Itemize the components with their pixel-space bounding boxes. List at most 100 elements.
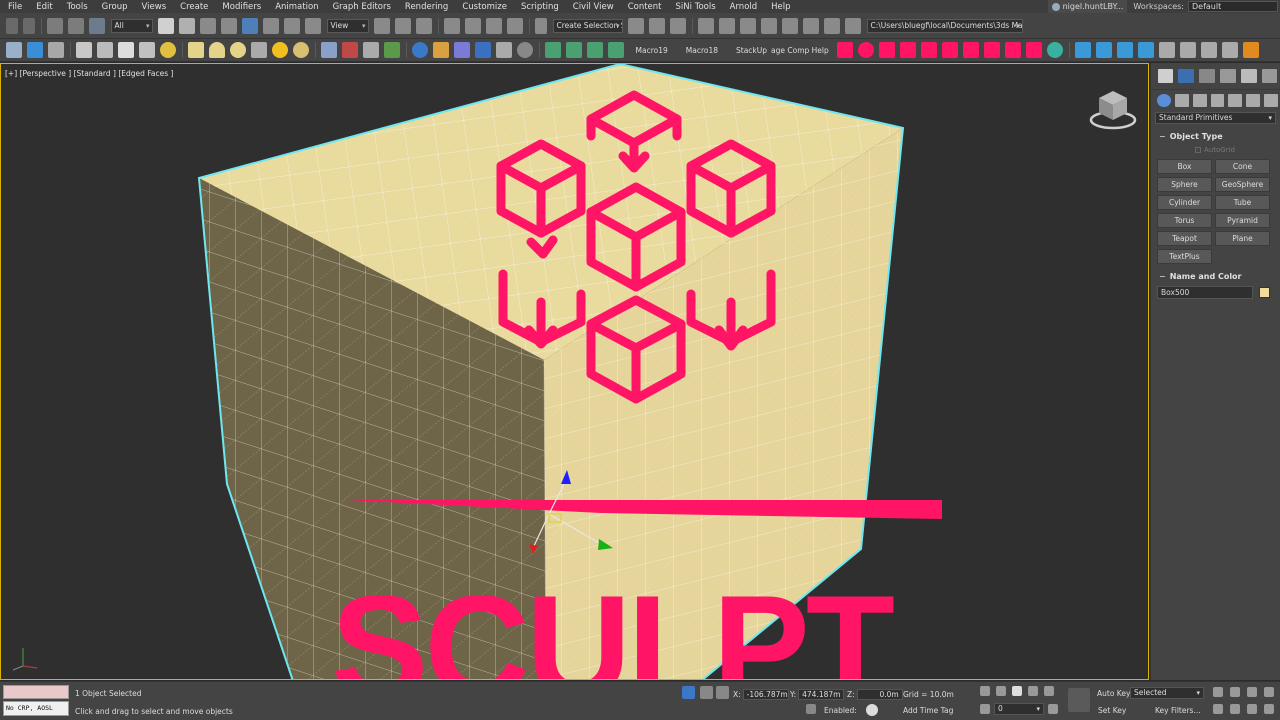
primitive-category-dropdown[interactable]: Standard Primitives [1155, 112, 1276, 124]
script-icon[interactable] [545, 42, 561, 58]
tool-icon[interactable] [1075, 42, 1092, 58]
object-color-swatch[interactable] [1259, 287, 1270, 298]
viewport-label-menu[interactable]: [+] [Perspective ] [Standard ] [Edged Fa… [5, 69, 173, 78]
menu-customize[interactable]: Customize [455, 2, 514, 12]
auto-key-button[interactable]: Auto Key [1097, 689, 1130, 698]
previous-frame-icon[interactable] [996, 686, 1006, 696]
geometry-icon[interactable] [1157, 93, 1171, 107]
select-and-move-icon[interactable] [242, 17, 258, 34]
cameras-icon[interactable] [1210, 93, 1225, 107]
plane-button[interactable]: Plane [1215, 231, 1270, 246]
keyboard-shortcut-override-icon[interactable] [416, 17, 432, 34]
key-filters-button[interactable]: Key Filters... [1155, 706, 1201, 715]
y-value-field[interactable]: 474.187m [798, 688, 845, 700]
teapot-icon[interactable] [363, 42, 379, 58]
light-icon[interactable] [139, 42, 155, 58]
align-icon[interactable] [649, 17, 665, 34]
select-and-place-icon[interactable] [305, 17, 321, 34]
rendered-frame-window-icon[interactable] [803, 17, 819, 34]
spinner-snap-icon[interactable] [507, 17, 523, 34]
utilities-tab-icon[interactable] [1261, 69, 1278, 83]
shapes-icon[interactable] [1174, 93, 1189, 107]
adaptive-degradation-toggle[interactable] [866, 704, 878, 716]
macro-button[interactable]: StackUp [736, 46, 767, 55]
tool-icon[interactable] [1096, 42, 1113, 58]
space-warps-icon[interactable] [1246, 93, 1261, 107]
menu-sini-tools[interactable]: SiNi Tools [669, 2, 723, 12]
light-icon[interactable] [97, 42, 113, 58]
pink-tool-icon[interactable] [879, 42, 896, 58]
undo-icon[interactable] [6, 17, 18, 34]
select-and-rotate-icon[interactable] [263, 17, 279, 34]
macro-button[interactable]: age Comp Help [771, 46, 829, 55]
menu-help[interactable]: Help [764, 2, 797, 12]
box-button[interactable]: Box [1157, 159, 1212, 174]
pink-tool-icon[interactable] [942, 42, 959, 58]
globe-icon[interactable] [412, 42, 428, 58]
torus-button[interactable]: Torus [1157, 213, 1212, 228]
display-tab-icon[interactable] [1240, 69, 1257, 83]
tool-icon[interactable] [1159, 42, 1176, 58]
grid-icon[interactable] [321, 42, 337, 58]
menu-group[interactable]: Group [95, 2, 135, 12]
pivot-center-icon[interactable] [374, 17, 390, 34]
dome-primitive-icon[interactable] [209, 42, 225, 58]
autogrid-checkbox[interactable]: AutoGrid [1195, 143, 1280, 157]
box-primitive-icon[interactable] [188, 42, 204, 58]
render-setup-icon[interactable] [782, 17, 798, 34]
key-selection-dropdown[interactable]: Selected [1130, 687, 1204, 699]
script-icon[interactable] [566, 42, 582, 58]
time-tag-icon[interactable] [806, 704, 816, 714]
set-key-button[interactable]: Set Key [1098, 706, 1126, 715]
menu-edit[interactable]: Edit [29, 2, 59, 12]
name-and-color-header[interactable]: Name and Color [1151, 268, 1280, 283]
object-type-header[interactable]: Object Type [1151, 128, 1280, 143]
particle-icon[interactable] [342, 42, 358, 58]
pink-tool-icon[interactable] [1026, 42, 1043, 58]
edit-named-selection-icon[interactable] [535, 17, 547, 34]
pink-tool-icon[interactable] [858, 42, 875, 58]
pyramid-button[interactable]: Pyramid [1215, 213, 1270, 228]
render-in-cloud-icon[interactable] [845, 17, 861, 34]
macro-button[interactable]: Macro18 [686, 46, 718, 55]
key-mode-icon[interactable] [980, 704, 990, 714]
lights-icon[interactable] [1192, 93, 1207, 107]
toggle-scene-explorer-icon[interactable] [670, 17, 686, 34]
help-icon[interactable] [517, 42, 533, 58]
selection-lock-icon[interactable] [700, 686, 713, 699]
go-to-end-icon[interactable] [1044, 686, 1054, 696]
isolate-selection-icon[interactable] [682, 686, 695, 699]
viewcube[interactable] [1087, 86, 1139, 132]
toolbar-script-icon[interactable] [6, 42, 22, 58]
time-configuration-icon[interactable] [1048, 704, 1058, 714]
forest-pack-icon[interactable] [1243, 42, 1260, 58]
zoom-extents-icon[interactable] [1247, 687, 1257, 697]
project-folder-dropdown[interactable]: C:\Users\bluegf\local\Documents\3ds Max … [866, 18, 1023, 33]
next-frame-icon[interactable] [1028, 686, 1038, 696]
pink-tool-icon[interactable] [1005, 42, 1022, 58]
maximize-viewport-icon[interactable] [1264, 704, 1274, 714]
add-time-tag-button[interactable]: Add Time Tag [903, 706, 953, 715]
tool-icon[interactable] [1117, 42, 1134, 58]
menu-views[interactable]: Views [135, 2, 174, 12]
tool-icon[interactable] [1222, 42, 1239, 58]
script-icon[interactable] [608, 42, 624, 58]
z-value-field[interactable]: 0.0m [856, 688, 903, 700]
pan-view-icon[interactable] [1230, 704, 1240, 714]
toolbar-script-icon[interactable] [48, 42, 64, 58]
teapot-button[interactable]: Teapot [1157, 231, 1212, 246]
menu-file[interactable]: File [0, 2, 29, 12]
pink-tool-icon[interactable] [963, 42, 980, 58]
x-value-field[interactable]: -106.787m [742, 688, 789, 700]
pink-tool-icon[interactable] [837, 42, 854, 58]
mirror-icon[interactable] [628, 17, 644, 34]
tool-icon[interactable] [454, 42, 470, 58]
cone-button[interactable]: Cone [1215, 159, 1270, 174]
tool-icon[interactable] [1138, 42, 1155, 58]
star-icon[interactable] [272, 42, 288, 58]
redo-icon[interactable] [23, 17, 35, 34]
tool-icon[interactable] [496, 42, 512, 58]
textplus-button[interactable]: TextPlus [1157, 249, 1212, 264]
schematic-view-icon[interactable] [740, 17, 756, 34]
percent-snap-icon[interactable] [486, 17, 502, 34]
